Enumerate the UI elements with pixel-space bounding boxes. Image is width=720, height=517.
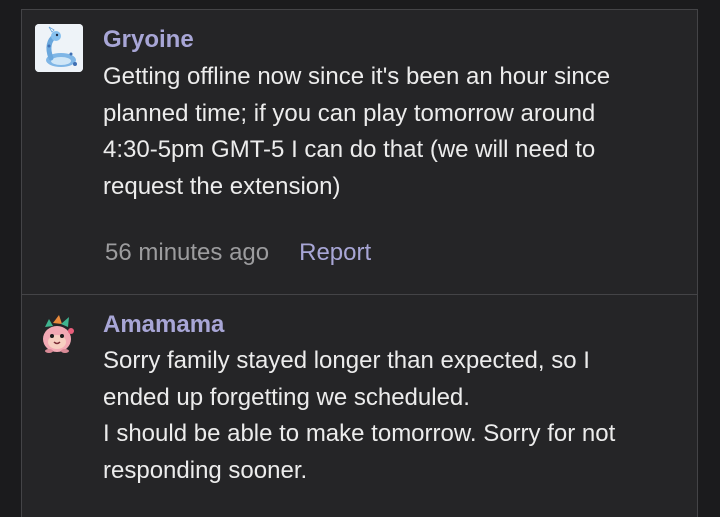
avatar[interactable] [35, 311, 83, 359]
comment-line: 4:30-5pm GMT-5 I can do that (we will ne… [103, 136, 596, 163]
timestamp: 56 minutes ago [105, 239, 270, 266]
pink-creature-sprite-icon [43, 315, 74, 353]
username[interactable]: Gryoine [103, 26, 194, 54]
comment-thread: Gryoine Getting offline now since it's b… [0, 0, 720, 517]
comment-line: I should be able to make tomorrow. Sorry… [103, 420, 616, 447]
comment-body: Sorry family stayed longer than expected… [103, 343, 683, 489]
comment-card: Amamama Sorry family stayed longer than … [21, 294, 698, 517]
report-link[interactable]: Report [299, 239, 371, 266]
avatar[interactable] [35, 24, 83, 72]
comment-body: Getting offline now since it's been an h… [103, 59, 683, 205]
comment-line: Getting offline now since it's been an h… [103, 63, 611, 90]
username[interactable]: Amamama [103, 311, 224, 339]
comment-line: request the extension) [103, 172, 341, 200]
comment-card: Gryoine Getting offline now since it's b… [21, 9, 698, 295]
comment-line: responding sooner. [103, 456, 308, 484]
dragonair-sprite-icon [35, 24, 83, 72]
comment-line: Sorry family stayed longer than expected… [103, 347, 590, 374]
comment-line: planned time; if you can play tomorrow a… [103, 99, 596, 127]
comment-line: ended up forgetting we scheduled. [103, 383, 470, 411]
comment-meta: 56 minutes ago Report [105, 238, 371, 268]
